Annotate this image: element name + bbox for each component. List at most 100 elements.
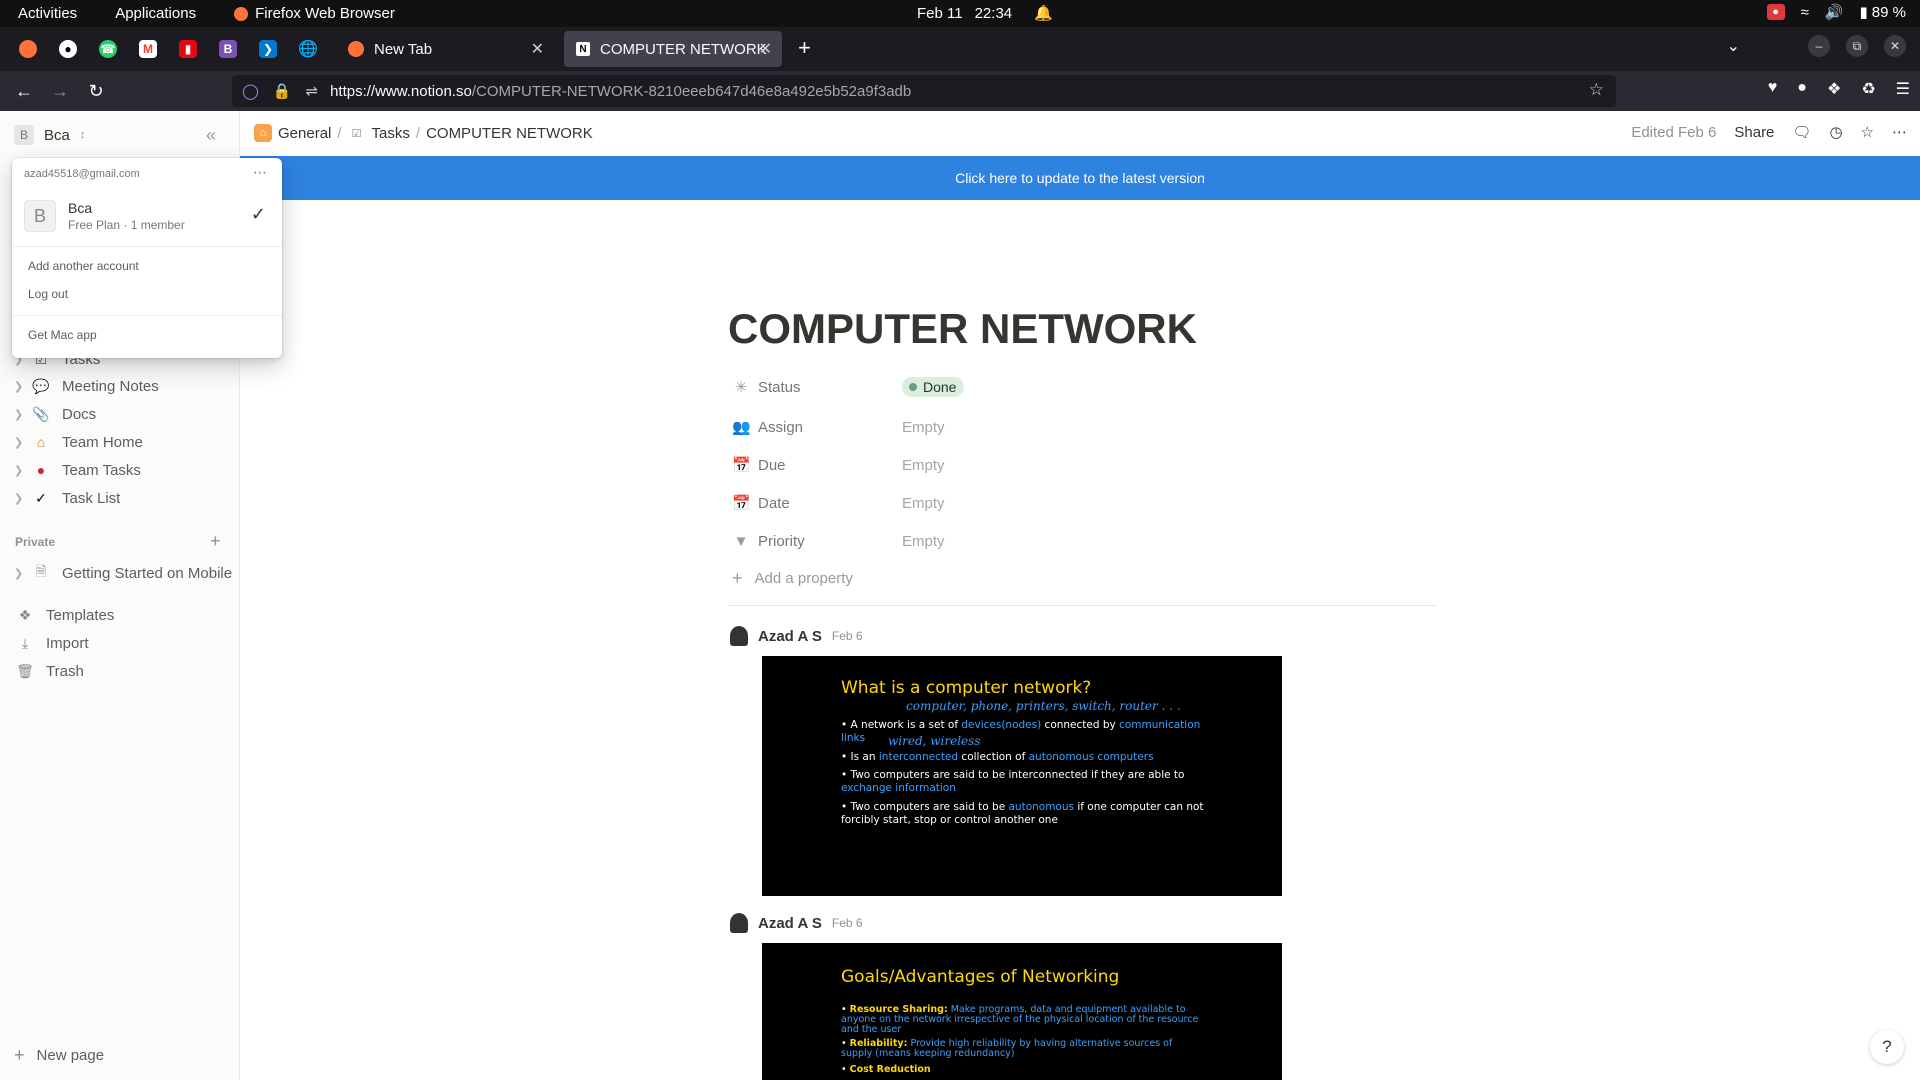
lock-icon[interactable]: 🔒 xyxy=(273,82,292,100)
property-assign[interactable]: 👥 Assign Empty xyxy=(732,414,945,440)
favorite-star-icon[interactable]: ☆ xyxy=(1861,123,1874,141)
sidebar-item-team-home[interactable]: ❯ ⌂ Team Home xyxy=(14,430,143,454)
close-tab-icon[interactable]: ✕ xyxy=(759,39,772,59)
workspace-option[interactable]: B Bca Free Plan · 1 member ✓ xyxy=(24,196,270,236)
property-due[interactable]: 📅 Due Empty xyxy=(732,452,945,478)
pinned-tab-bootstrap[interactable]: B xyxy=(208,31,248,67)
property-date[interactable]: 📅 Date Empty xyxy=(732,490,945,516)
more-options-icon[interactable]: ⋯ xyxy=(253,164,268,181)
url-bar[interactable]: ◯ 🔒 ⇌ https://www.notion.so/COMPUTER-NET… xyxy=(232,75,1616,107)
battery-icon: ▮ 89 % xyxy=(1859,4,1906,21)
chevron-right-icon[interactable]: ❯ xyxy=(14,436,30,449)
list-all-tabs-icon[interactable]: ⌄ xyxy=(1727,36,1740,56)
screen-record-icon: ● xyxy=(1766,4,1785,20)
pinned-tab-red-app[interactable]: ▮ xyxy=(168,31,208,67)
comments-icon[interactable]: 🗨 xyxy=(1792,123,1811,141)
back-button[interactable]: ← xyxy=(6,75,42,107)
menu-icon[interactable]: ☰ xyxy=(1896,79,1910,99)
active-app-menu[interactable]: Firefox Web Browser xyxy=(234,5,395,22)
breadcrumb-current[interactable]: COMPUTER NETWORK xyxy=(426,125,593,142)
minimize-button[interactable]: – xyxy=(1808,35,1830,57)
sidebar-import[interactable]: ⤓ Import xyxy=(14,631,89,655)
tab-computer-network[interactable]: N COMPUTER NETWORK ✕ xyxy=(564,31,782,67)
chevron-right-icon[interactable]: ❯ xyxy=(14,492,30,505)
tab-new-tab[interactable]: New Tab ✕ xyxy=(336,31,554,67)
pinned-tab-gmail[interactable]: M xyxy=(128,31,168,67)
slide-image[interactable]: Goals/Advantages of Networking • Resourc… xyxy=(762,943,1282,1080)
pinned-tab-vscode[interactable]: ❯ xyxy=(248,31,288,67)
people-icon: 👥 xyxy=(732,419,751,436)
chevron-right-icon[interactable]: ❯ xyxy=(14,408,30,421)
sidebar-item-team-tasks[interactable]: ❯ ● Team Tasks xyxy=(14,458,141,482)
firefox-icon xyxy=(348,41,364,57)
toolbar-right: ♥ ● ❖ ♻ ☰ xyxy=(1768,79,1910,99)
page-title[interactable]: COMPUTER NETWORK xyxy=(728,305,1197,353)
restore-button[interactable]: ⧉ xyxy=(1846,35,1868,57)
pinned-tab-whatsapp[interactable]: ☎ xyxy=(88,31,128,67)
get-mac-app-link[interactable]: Get Mac app xyxy=(28,328,97,342)
system-tray[interactable]: ● ≈ 🔊 ▮ 89 % xyxy=(1766,3,1906,21)
property-value: Empty xyxy=(902,456,945,474)
property-priority[interactable]: ▼ Priority Empty xyxy=(732,528,945,554)
sidebar-templates[interactable]: ❖ Templates xyxy=(14,603,115,627)
permissions-icon[interactable]: ⇌ xyxy=(305,82,318,100)
bookmark-star-icon[interactable]: ☆ xyxy=(1589,80,1604,100)
sidebar-item-getting-started[interactable]: ❯ 🗎 Getting Started on Mobile xyxy=(14,561,232,585)
workspace-option-plan: Free Plan · 1 member xyxy=(68,218,185,232)
shield-icon[interactable]: ◯ xyxy=(242,82,259,100)
workspace-switcher[interactable]: B Bca ↕ xyxy=(14,125,85,145)
sidebar-item-docs[interactable]: ❯ 📎 Docs xyxy=(14,402,96,426)
log-out-link[interactable]: Log out xyxy=(28,287,68,301)
chevron-right-icon[interactable]: ❯ xyxy=(14,567,30,580)
chevron-right-icon[interactable]: ❯ xyxy=(14,380,30,393)
add-private-page-icon[interactable]: + xyxy=(210,531,221,552)
update-banner[interactable]: Click here to update to the latest versi… xyxy=(240,156,1920,200)
new-page-button[interactable]: + New page xyxy=(14,1045,104,1066)
sidebar-item-task-list[interactable]: ❯ ✓ Task List xyxy=(14,486,120,510)
new-tab-button[interactable]: + xyxy=(798,35,811,61)
edited-label[interactable]: Edited Feb 6 xyxy=(1631,124,1716,141)
checkmark-icon: ✓ xyxy=(250,204,266,224)
avatar[interactable] xyxy=(730,626,748,646)
property-label: Due xyxy=(758,456,786,474)
breadcrumb-general[interactable]: General xyxy=(278,125,331,142)
add-account-link[interactable]: Add another account xyxy=(28,259,139,273)
property-value: Empty xyxy=(902,418,945,436)
clock[interactable]: Feb 11 22:34 🔔 xyxy=(917,4,1053,23)
avatar[interactable] xyxy=(730,913,748,933)
help-button[interactable]: ? xyxy=(1870,1030,1904,1064)
account-email: azad45518@gmail.com xyxy=(24,168,140,180)
chevron-right-icon[interactable]: ❯ xyxy=(14,464,30,477)
status-badge[interactable]: Done xyxy=(902,377,965,397)
pocket-icon[interactable]: ♥ xyxy=(1768,79,1778,99)
comment-author[interactable]: Azad A S xyxy=(758,915,822,932)
close-window-button[interactable]: ✕ xyxy=(1884,35,1906,57)
more-icon[interactable]: ⋯ xyxy=(1892,123,1908,141)
account-icon[interactable]: ● xyxy=(1797,79,1807,99)
collapse-sidebar-icon[interactable]: « xyxy=(206,125,216,146)
breadcrumb-tasks[interactable]: Tasks xyxy=(372,125,410,142)
sidebar-item-label: Templates xyxy=(46,606,115,624)
activities-button[interactable]: Activities xyxy=(18,5,77,22)
slide-highlight: devices(nodes) xyxy=(961,719,1042,731)
pinned-tab-web[interactable]: 🌐 xyxy=(288,31,328,67)
close-tab-icon[interactable]: ✕ xyxy=(531,39,544,59)
applications-menu[interactable]: Applications xyxy=(115,5,196,22)
reload-button[interactable]: ↻ xyxy=(78,75,114,107)
sidebar-trash[interactable]: 🗑 Trash xyxy=(14,659,84,683)
status-loader-icon: ✳ xyxy=(734,379,748,396)
private-section-title[interactable]: Private xyxy=(15,535,55,549)
pinned-tab-github[interactable]: ● xyxy=(48,31,88,67)
house-icon: ⌂ xyxy=(36,434,46,450)
history-icon[interactable]: ◷ xyxy=(1829,123,1842,141)
sidebar-item-meeting-notes[interactable]: ❯ 💬 Meeting Notes xyxy=(14,374,159,398)
slide-image[interactable]: What is a computer network? computer, ph… xyxy=(762,656,1282,896)
share-button[interactable]: Share xyxy=(1734,124,1774,141)
pinned-tab-firefox[interactable] xyxy=(8,31,48,67)
property-status[interactable]: ✳ Status Done xyxy=(732,374,965,400)
comment-author[interactable]: Azad A S xyxy=(758,628,822,645)
forward-button[interactable]: → xyxy=(42,75,78,107)
extensions-puzzle-icon[interactable]: ♻ xyxy=(1861,79,1875,99)
extension-icon[interactable]: ❖ xyxy=(1827,79,1841,99)
add-property-button[interactable]: + Add a property xyxy=(732,568,853,589)
